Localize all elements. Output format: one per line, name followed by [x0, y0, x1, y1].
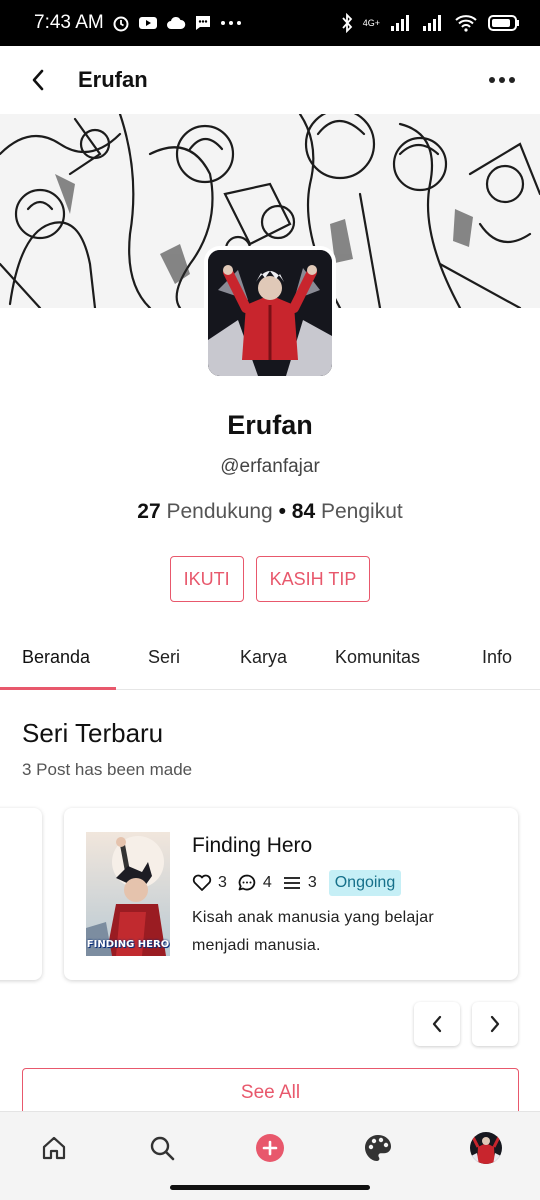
comments-count: 4	[262, 874, 272, 891]
chevron-left-icon	[432, 1015, 442, 1033]
status-bar: 7:43 AM 4G+	[0, 0, 540, 46]
search-icon	[150, 1136, 175, 1161]
likes-count: 3	[218, 874, 227, 891]
home-icon	[42, 1136, 66, 1160]
tab-beranda[interactable]: Beranda	[22, 624, 90, 690]
home-indicator	[170, 1185, 370, 1190]
youtube-icon	[138, 17, 157, 29]
cover-title-text: FINDING HERO	[86, 939, 170, 950]
section-subtitle: 3 Post has been made	[22, 760, 193, 779]
follow-button[interactable]: IKUTI	[169, 556, 244, 602]
battery-icon	[488, 15, 519, 31]
supporters-label: Pendukung	[166, 500, 273, 523]
likes-group: 3	[192, 874, 227, 892]
profile-stats: 27 Pendukung • 84 Pengikut	[0, 500, 540, 524]
back-button[interactable]	[20, 62, 56, 98]
comment-icon	[238, 874, 256, 891]
status-time: 7:43 AM	[34, 12, 104, 33]
tab-info[interactable]: Info	[482, 624, 512, 690]
carousel-next-button[interactable]	[472, 1002, 518, 1046]
palette-icon	[365, 1135, 391, 1161]
previous-series-card[interactable]	[0, 808, 42, 980]
followers-label: Pengikut	[320, 500, 403, 523]
back-arrow-icon	[32, 69, 44, 91]
profile-avatar[interactable]	[204, 246, 336, 380]
profile-tabs: Beranda Seri Karya Komunitas Info	[0, 624, 540, 690]
carousel-prev-button[interactable]	[414, 1002, 460, 1046]
network-label: 4G+	[362, 17, 380, 28]
more-options-button[interactable]	[484, 62, 520, 98]
cloud-icon	[166, 16, 185, 29]
series-description: Kisah anak manusia yang belajar menjadi …	[192, 909, 434, 954]
tip-button[interactable]: KASIH TIP	[255, 556, 371, 602]
avatar-image	[208, 250, 332, 376]
comments-group: 4	[237, 873, 272, 893]
heart-icon	[192, 874, 212, 891]
nav-profile-button[interactable]	[468, 1130, 504, 1166]
series-cover-image: FINDING HERO	[86, 832, 170, 956]
nav-home-button[interactable]	[36, 1130, 72, 1166]
signal-icon	[391, 15, 409, 31]
nav-gallery-button[interactable]	[360, 1130, 396, 1166]
page-title: Erufan	[78, 67, 148, 92]
network-type: 4G+	[362, 17, 380, 28]
tab-komunitas[interactable]: Komunitas	[335, 624, 420, 690]
tab-karya[interactable]: Karya	[240, 624, 287, 690]
tab-seri[interactable]: Seri	[148, 624, 180, 690]
section-title: Seri Terbaru	[22, 718, 164, 748]
profile-handle: @erfanfajar	[220, 456, 320, 477]
alarm-icon	[113, 16, 129, 32]
profile-name: Erufan	[227, 410, 313, 440]
series-title: Finding Hero	[192, 834, 313, 857]
app-bar: Erufan	[0, 46, 540, 114]
plus-circle-icon	[256, 1134, 284, 1162]
profile-actions: IKUTI KASIH TIP	[0, 556, 540, 602]
followers-count: 84	[291, 500, 316, 523]
nav-search-button[interactable]	[144, 1130, 180, 1166]
nav-create-button[interactable]	[252, 1130, 288, 1166]
series-card[interactable]: FINDING HERO Finding Hero 3 4 3 Ongoing …	[64, 808, 518, 980]
chapters-count: 3	[307, 874, 317, 891]
active-tab-indicator	[0, 687, 116, 690]
message-icon	[195, 16, 210, 30]
more-dots-icon	[220, 21, 241, 25]
series-meta: 3 4 3 Ongoing	[192, 870, 402, 896]
status-badge: Ongoing	[328, 870, 402, 896]
more-horizontal-icon	[489, 77, 515, 83]
wifi-icon	[455, 15, 477, 32]
chapters-group: 3	[282, 874, 317, 892]
signal-icon	[423, 15, 441, 31]
stats-separator: •	[278, 500, 286, 523]
supporters-count: 27	[137, 500, 161, 523]
bluetooth-icon	[342, 13, 352, 33]
list-icon	[283, 877, 300, 889]
chevron-right-icon	[490, 1015, 500, 1033]
profile-avatar-icon	[470, 1132, 502, 1164]
